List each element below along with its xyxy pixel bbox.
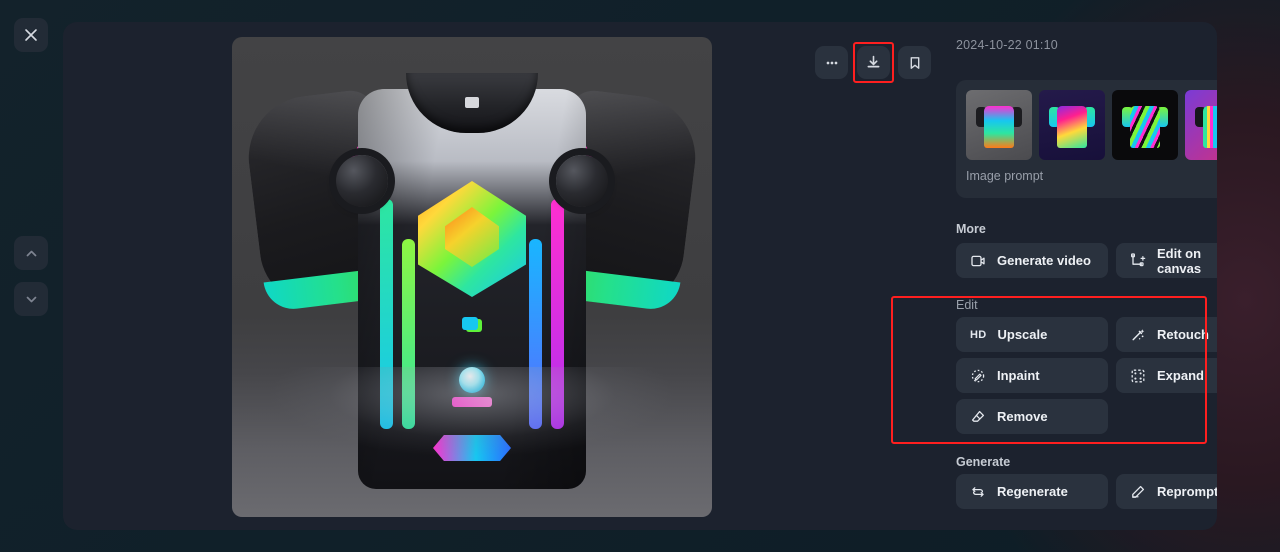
section-label-more: More — [956, 222, 986, 236]
canvas-transform-icon — [1131, 252, 1146, 266]
prompt-thumbnail[interactable] — [966, 90, 1032, 160]
chevron-up-icon — [26, 250, 36, 256]
section-label-edit: Edit — [956, 298, 978, 312]
collar-tag — [465, 97, 479, 108]
generate-video-button[interactable]: Generate video — [956, 243, 1108, 278]
reprompt-button[interactable]: Reprompt — [1116, 474, 1217, 509]
magic-wand-icon — [1132, 328, 1145, 340]
timestamp: 2024-10-22 01:10 — [956, 38, 1058, 52]
inpaint-button[interactable]: Inpaint — [956, 358, 1108, 393]
detail-panel: 2024-10-22 01:10 Image prompt More Gener… — [63, 22, 1217, 530]
expand-frame-icon — [1131, 369, 1145, 382]
prompt-thumbnail[interactable] — [1185, 90, 1217, 160]
edit-on-canvas-button[interactable]: Edit on canvas — [1116, 243, 1217, 278]
reprompt-label: Reprompt — [1157, 484, 1217, 499]
preview-image[interactable] — [232, 37, 712, 517]
core-light — [459, 367, 485, 393]
neon-stripe — [380, 199, 393, 429]
regenerate-button[interactable]: Regenerate — [956, 474, 1108, 509]
hem-badge — [433, 435, 511, 461]
image-detail-view: 2024-10-22 01:10 Image prompt More Gener… — [0, 0, 1280, 552]
chevron-down-icon — [26, 296, 36, 302]
tshirt-artwork — [232, 37, 712, 517]
shoulder-pod-left — [336, 155, 388, 207]
prompt-thumbnail[interactable] — [1112, 90, 1178, 160]
prompt-thumbnail[interactable] — [1039, 90, 1105, 160]
inpaint-label: Inpaint — [997, 368, 1040, 383]
image-prompt-card: Image prompt — [956, 80, 1217, 198]
shoulder-pod-right — [556, 155, 608, 207]
retouch-label: Retouch — [1157, 327, 1209, 342]
video-icon — [971, 255, 985, 266]
remove-button[interactable]: Remove — [956, 399, 1108, 434]
neon-stripe — [551, 199, 564, 429]
expand-label: Expand — [1157, 368, 1204, 383]
eraser-icon — [971, 410, 985, 422]
action-sidebar: 2024-10-22 01:10 Image prompt More Gener… — [894, 22, 1217, 530]
next-image-button[interactable] — [14, 282, 48, 316]
accent-chip — [462, 317, 478, 330]
torso-panel — [358, 89, 586, 489]
neon-stripe — [529, 239, 542, 429]
edit-on-canvas-label: Edit on canvas — [1157, 245, 1202, 276]
section-label-generate: Generate — [956, 455, 1011, 469]
more-options-button[interactable] — [815, 46, 848, 79]
regenerate-label: Regenerate — [997, 484, 1068, 499]
hd-icon: HD — [970, 328, 987, 341]
retouch-button[interactable]: Retouch — [1116, 317, 1217, 352]
remove-label: Remove — [997, 409, 1048, 424]
generate-video-label: Generate video — [997, 253, 1091, 268]
download-icon — [867, 55, 880, 68]
close-icon — [25, 29, 37, 41]
upscale-label: Upscale — [997, 327, 1048, 342]
hem-slot — [452, 397, 492, 407]
pencil-icon — [1132, 485, 1145, 498]
close-button[interactable] — [14, 18, 48, 52]
download-button[interactable] — [857, 46, 890, 79]
image-preview-area — [63, 22, 738, 530]
prompt-thumbnail-row — [966, 90, 1217, 160]
image-prompt-label: Image prompt — [966, 169, 1044, 183]
expand-button[interactable]: Expand — [1116, 358, 1217, 393]
loop-arrows-icon — [972, 486, 984, 497]
neon-stripe — [402, 239, 415, 429]
previous-image-button[interactable] — [14, 236, 48, 270]
brush-circle-icon — [971, 369, 985, 382]
upscale-button[interactable]: HD Upscale — [956, 317, 1108, 352]
ellipsis-icon — [826, 61, 837, 64]
